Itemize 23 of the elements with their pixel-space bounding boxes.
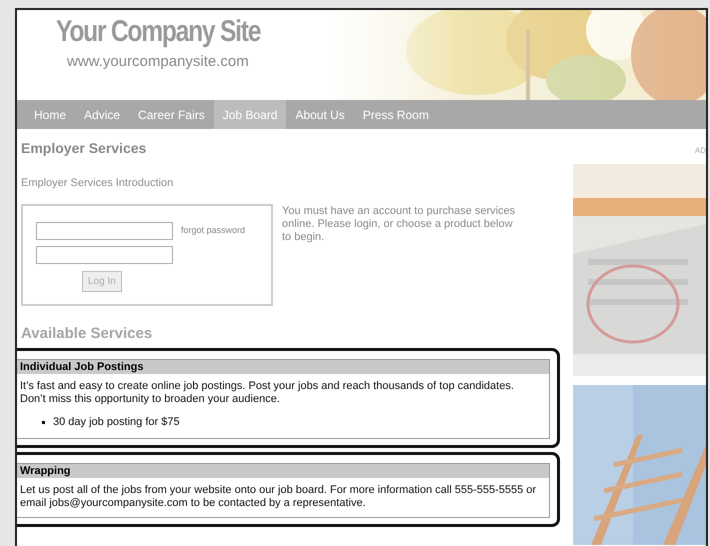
forgot-password-link[interactable]: forgot password [181, 224, 246, 238]
page-heading: Employer Services [21, 139, 146, 158]
site-url: www.yourcompanysite.com [67, 53, 249, 71]
nav-tab[interactable]: Press Room [354, 100, 438, 129]
nav-tab[interactable]: Career Fairs [129, 100, 214, 129]
input-field[interactable] [36, 222, 173, 240]
section-heading: Available Services [21, 324, 152, 344]
bullet-text: 30 day job posting for $75 [53, 415, 180, 430]
nav-tab[interactable]: Job Board [214, 100, 286, 129]
nav-tab[interactable]: Advice [75, 100, 130, 129]
nav-tab[interactable]: About Us [286, 100, 354, 129]
login-button[interactable]: Log In [82, 271, 122, 292]
intro-text: Employer Services Introduction [21, 176, 174, 191]
service-title: Individual Job Postings [17, 360, 549, 374]
login-note: You must have an account to purchase services online. Please login, or choose a product below to begin. [282, 205, 516, 245]
site-title: Your Company Site [56, 14, 260, 50]
nav-tab[interactable]: Home [25, 100, 76, 129]
service-title: Wrapping [17, 464, 549, 478]
service-description: It’s fast and easy to create online job postings. Post your jobs and reach thousands of top candidates. Don’t miss this opportunity to broaden your audience. [19, 380, 515, 406]
bullet-icon [42, 420, 45, 424]
service-description: Let us post all of the jobs from your website onto our job board. For more information call 555-555-5555 or email jobs@yourcompanysite.com to be contacted by a representative. [19, 484, 538, 510]
input-field[interactable] [36, 246, 173, 264]
ad-label: AD [694, 147, 706, 157]
